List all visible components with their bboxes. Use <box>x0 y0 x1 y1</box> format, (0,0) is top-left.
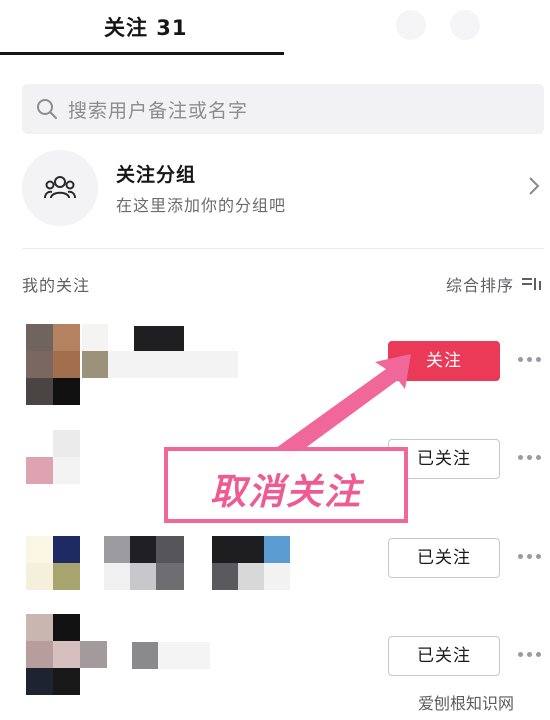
top-action-icon-2[interactable] <box>450 10 480 40</box>
annotation-callout: 取消关注 <box>164 447 408 523</box>
avatar[interactable] <box>26 614 107 695</box>
group-title: 关注分组 <box>116 164 197 186</box>
search-input[interactable]: 搜索用户备注或名字 <box>68 96 248 123</box>
unfollow-button[interactable]: 已关注 <box>388 538 500 578</box>
more-options-icon[interactable] <box>518 652 542 660</box>
top-tab-bar: 关注 31 <box>0 0 550 56</box>
search-icon <box>36 98 58 124</box>
avatar[interactable] <box>26 536 80 616</box>
top-action-icon-1[interactable] <box>396 10 426 40</box>
avatar[interactable] <box>26 324 80 405</box>
more-options-icon[interactable] <box>518 455 542 463</box>
unfollow-button[interactable]: 已关注 <box>388 636 500 676</box>
group-avatar <box>22 150 98 226</box>
list-item[interactable]: 关注 <box>0 324 550 420</box>
sort-icon[interactable] <box>522 276 544 295</box>
tab-following[interactable]: 关注 31 <box>104 12 188 42</box>
people-group-icon <box>44 176 76 199</box>
section-title-my-follows: 我的关注 <box>22 276 91 295</box>
more-options-icon[interactable] <box>518 554 542 562</box>
watermark: 爱刨根知识网 <box>418 694 515 713</box>
group-subtitle: 在这里添加你的分组吧 <box>116 196 287 215</box>
avatar[interactable] <box>26 430 80 510</box>
sort-button[interactable]: 综合排序 <box>446 272 514 296</box>
annotation-text: 取消关注 <box>209 472 362 513</box>
follow-button[interactable]: 关注 <box>388 341 500 381</box>
divider <box>22 248 544 249</box>
search-bar[interactable]: 搜索用户备注或名字 <box>22 84 544 134</box>
chevron-right-icon <box>528 176 540 200</box>
active-tab-indicator <box>0 52 284 55</box>
follow-group-row[interactable]: 关注分组 在这里添加你的分组吧 <box>22 146 544 236</box>
more-options-icon[interactable] <box>518 357 542 365</box>
